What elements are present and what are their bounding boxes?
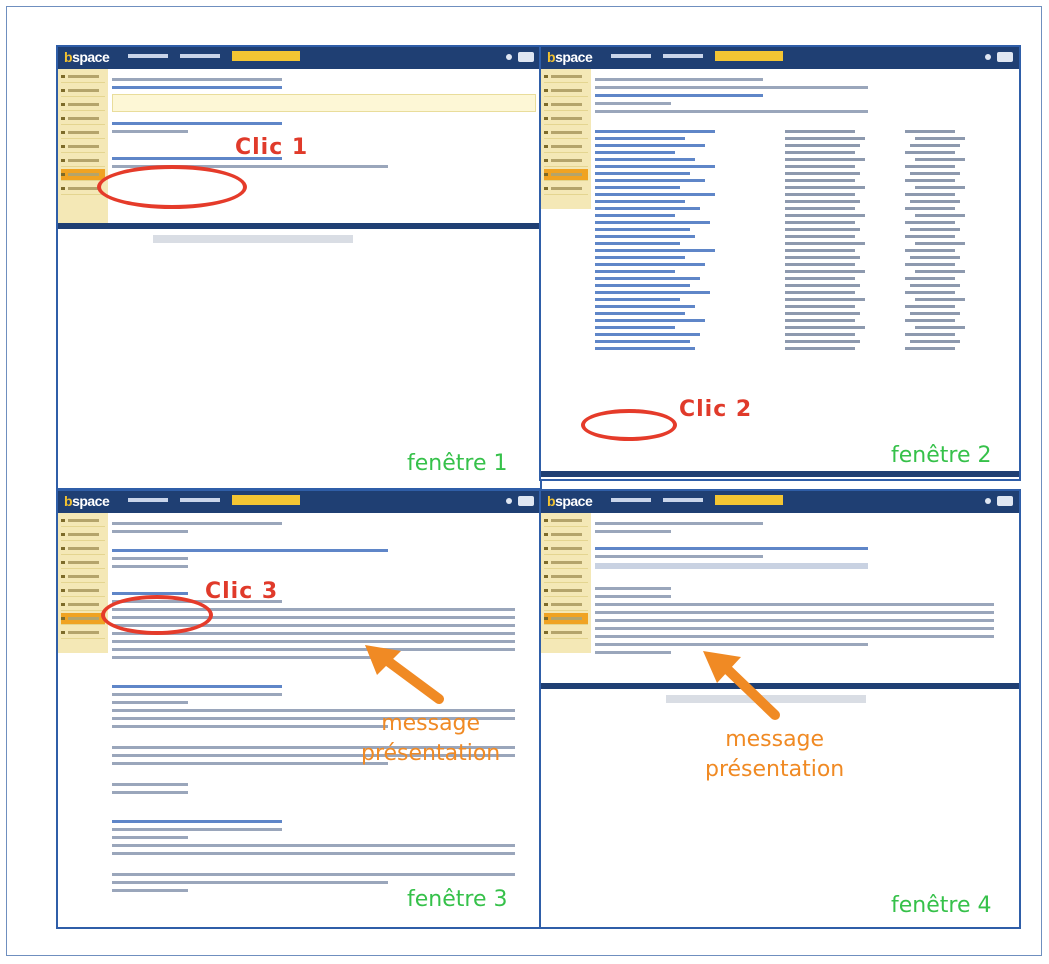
message-content: [595, 517, 1015, 659]
tool-menu[interactable]: [541, 513, 591, 653]
top-navigation-bar: bspace: [541, 491, 1019, 513]
arrow-icon: [703, 651, 780, 720]
message-presentation-label-3: message présentation: [361, 711, 501, 766]
top-navigation-bar: bspace: [58, 47, 540, 69]
thread-content: [112, 517, 536, 897]
logout-button[interactable]: [518, 496, 534, 506]
presentation-message-text: [595, 603, 994, 606]
footer-bar: [58, 223, 540, 229]
top-navigation-bar: bspace: [541, 47, 1019, 69]
logout-button[interactable]: [997, 52, 1013, 62]
top-navigation-bar: bspace: [58, 491, 540, 513]
tool-menu[interactable]: [58, 513, 108, 653]
arrow-icon: [365, 645, 444, 704]
clic-2-label: Clic 2: [679, 397, 753, 422]
tool-menu[interactable]: [58, 69, 108, 229]
window-4-label: fenêtre 4: [891, 893, 992, 918]
forum-content: [112, 73, 536, 173]
window-3-label: fenêtre 3: [407, 887, 508, 912]
site-tabs[interactable]: [611, 495, 783, 505]
site-tabs[interactable]: [611, 51, 783, 61]
logout-button[interactable]: [997, 496, 1013, 506]
user-icon[interactable]: [985, 498, 991, 504]
topic-list-content: [595, 73, 1015, 354]
user-icon[interactable]: [506, 498, 512, 504]
user-icon[interactable]: [985, 54, 991, 60]
tool-menu[interactable]: [541, 69, 591, 209]
site-tabs[interactable]: [128, 51, 300, 61]
clic-1-highlight: [97, 165, 247, 209]
window-2-label: fenêtre 2: [891, 443, 992, 468]
message-presentation-label-4: message présentation: [705, 727, 845, 782]
bspace-logo: bspace: [547, 49, 593, 65]
user-icon[interactable]: [506, 54, 512, 60]
bspace-logo: bspace: [547, 493, 593, 509]
footer-bar: [541, 471, 1019, 477]
site-tabs[interactable]: [128, 495, 300, 505]
window-1-label: fenêtre 1: [407, 451, 508, 476]
window-1-screenshot: bspace: [56, 45, 542, 490]
conversation-list[interactable]: [595, 130, 1015, 350]
clic-1-label: Clic 1: [235, 135, 309, 160]
footer-links: [153, 235, 353, 243]
clic-3-label: Clic 3: [205, 579, 279, 604]
clic-3-highlight: [101, 595, 213, 635]
bspace-logo: bspace: [64, 49, 110, 65]
bspace-logo: bspace: [64, 493, 110, 509]
clic-2-highlight: [581, 409, 677, 441]
logout-button[interactable]: [518, 52, 534, 62]
figure-frame: bspace bspace bspace bspace Clic 1 Clic …: [6, 6, 1042, 956]
